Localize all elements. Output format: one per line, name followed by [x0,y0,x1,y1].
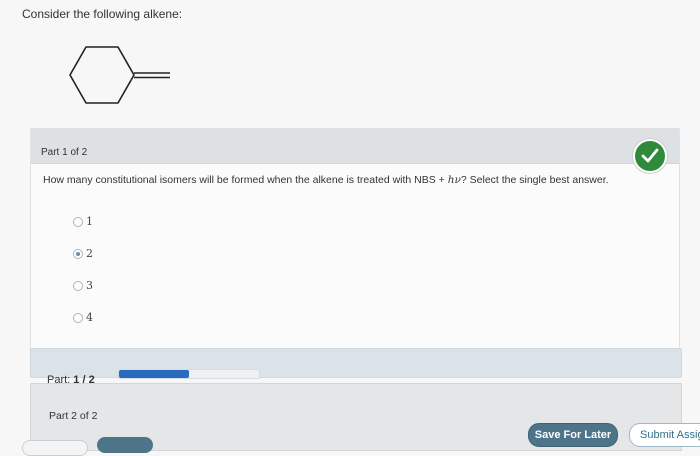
part-2-title: Part 2 of 2 [49,410,98,422]
hv-symbol: hν [447,174,461,186]
prompt-text: Consider the following alkene: [22,7,183,21]
radio-button[interactable] [73,281,83,291]
page: Consider the following alkene: Part 1 of… [0,0,700,456]
option-label: 2 [86,247,93,260]
option-label: 3 [86,279,93,292]
part-1-title: Part 1 of 2 [41,147,88,158]
partial-button-mid[interactable] [97,437,153,453]
option-label: 1 [86,215,93,228]
radio-button-selected[interactable] [73,249,83,259]
part-1-header: Part 1 of 2 [31,129,679,173]
submit-assignment-button[interactable]: Submit Assig [629,423,700,447]
save-for-later-button[interactable]: Save For Later [528,423,618,447]
question-text: How many constitutional isomers will be … [43,174,609,186]
progress-fill [119,370,189,378]
option-label: 4 [86,311,93,324]
radio-button[interactable] [73,313,83,323]
part-1-panel: Part 1 of 2 How many constitutional isom… [30,128,680,350]
radio-button[interactable] [73,217,83,227]
methylenecyclohexane-structure [69,46,170,104]
question-text-end: ? Select the single best answer. [460,174,609,186]
question-text-start: How many constitutional isomers will be … [43,174,448,186]
correct-check-icon [633,139,667,173]
partial-button-left[interactable] [22,440,88,456]
progress-track [118,369,260,379]
